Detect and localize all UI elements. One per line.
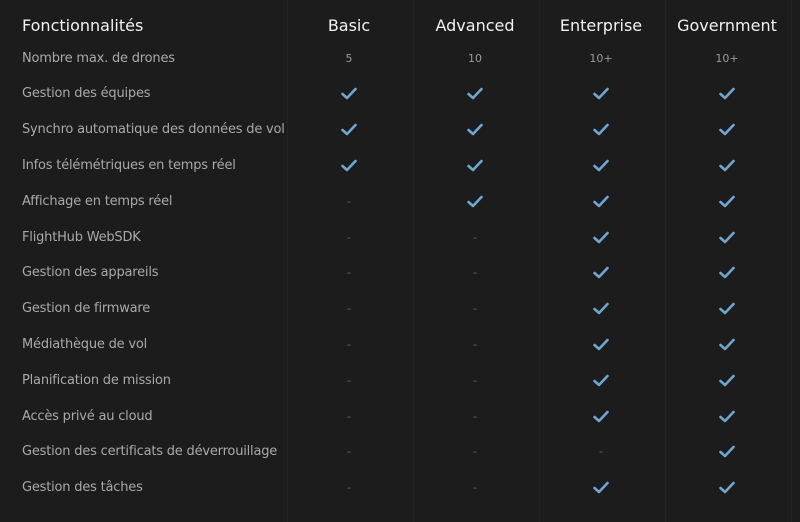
- table-row: Affichage en temps réel -: [0, 189, 800, 213]
- feature-comparison-table: Fonctionnalités Basic Advanced Enterpris…: [0, 0, 800, 522]
- feature-label: Médiathèque de vol: [22, 336, 148, 352]
- plan-header-advanced: Advanced: [435, 15, 515, 35]
- check-icon: [289, 123, 409, 136]
- check-icon: [667, 374, 787, 387]
- feature-label: Accès privé au cloud: [22, 408, 153, 424]
- feature-label: Gestion des tâches: [22, 480, 143, 496]
- table-header-row: Fonctionnalités Basic Advanced Enterpris…: [0, 8, 800, 42]
- not-included-dash: -: [347, 373, 351, 387]
- feature-label: Gestion de firmware: [22, 301, 151, 317]
- check-icon: [667, 159, 787, 172]
- feature-label: Synchro automatique des données de vol: [22, 122, 285, 138]
- feature-label: Infos télémétriques en temps réel: [22, 157, 236, 173]
- check-icon: [541, 338, 661, 351]
- value-basic: 5: [345, 51, 353, 65]
- check-icon: [667, 302, 787, 315]
- not-included-dash: -: [347, 194, 351, 208]
- check-icon: [667, 231, 787, 244]
- value-advanced: 10: [468, 51, 482, 65]
- features-column-header: Fonctionnalités: [22, 15, 144, 35]
- plan-header-basic: Basic: [327, 15, 371, 35]
- feature-label: Gestion des certificats de déverrouillag…: [22, 444, 278, 460]
- table-row: FlightHub WebSDK - -: [0, 225, 800, 249]
- table-row: Médiathèque de vol - -: [0, 332, 800, 356]
- check-icon: [667, 338, 787, 351]
- check-icon: [667, 481, 787, 494]
- check-icon: [667, 195, 787, 208]
- feature-label: Nombre max. de drones: [22, 50, 175, 66]
- table-row: Nombre max. de drones 5 10 10+ 10+: [0, 46, 800, 70]
- not-included-dash: -: [347, 302, 351, 316]
- check-icon: [541, 195, 661, 208]
- check-icon: [667, 445, 787, 458]
- check-icon: [541, 123, 661, 136]
- not-included-dash: -: [473, 481, 477, 495]
- check-icon: [667, 87, 787, 100]
- not-included-dash: -: [473, 230, 477, 244]
- feature-label: Affichage en temps réel: [22, 193, 173, 209]
- feature-label: Planification de mission: [22, 372, 171, 388]
- check-icon: [667, 123, 787, 136]
- not-included-dash: -: [347, 409, 351, 423]
- check-icon: [415, 123, 535, 136]
- value-government: 10+: [715, 51, 739, 65]
- not-included-dash: -: [347, 445, 351, 459]
- check-icon: [415, 195, 535, 208]
- check-icon: [541, 159, 661, 172]
- not-included-dash: -: [347, 337, 351, 351]
- not-included-dash: -: [473, 337, 477, 351]
- table-row: Gestion des tâches - -: [0, 476, 800, 500]
- check-icon: [289, 87, 409, 100]
- value-enterprise: 10+: [589, 51, 613, 65]
- feature-label: FlightHub WebSDK: [22, 229, 141, 245]
- check-icon: [541, 481, 661, 494]
- table-row: Accès privé au cloud - -: [0, 404, 800, 428]
- check-icon: [415, 159, 535, 172]
- check-icon: [541, 302, 661, 315]
- not-included-dash: -: [473, 445, 477, 459]
- not-included-dash: -: [347, 266, 351, 280]
- not-included-dash: -: [473, 373, 477, 387]
- feature-label: Gestion des appareils: [22, 265, 159, 281]
- table-row: Gestion de firmware - -: [0, 297, 800, 321]
- check-icon: [667, 410, 787, 423]
- check-icon: [415, 87, 535, 100]
- not-included-dash: -: [473, 409, 477, 423]
- check-icon: [541, 410, 661, 423]
- check-icon: [289, 159, 409, 172]
- not-included-dash: -: [599, 445, 603, 459]
- not-included-dash: -: [473, 302, 477, 316]
- table-row: Gestion des équipes: [0, 82, 800, 106]
- table-row: Gestion des appareils - -: [0, 261, 800, 285]
- not-included-dash: -: [347, 481, 351, 495]
- plan-header-enterprise: Enterprise: [559, 15, 643, 35]
- not-included-dash: -: [347, 230, 351, 244]
- table-row: Synchro automatique des données de vol: [0, 118, 800, 142]
- check-icon: [541, 266, 661, 279]
- table-row: Planification de mission - -: [0, 368, 800, 392]
- table-row: Gestion des certificats de déverrouillag…: [0, 440, 800, 464]
- feature-label: Gestion des équipes: [22, 86, 151, 102]
- not-included-dash: -: [473, 266, 477, 280]
- check-icon: [541, 87, 661, 100]
- table-row: Infos télémétriques en temps réel: [0, 153, 800, 177]
- check-icon: [541, 374, 661, 387]
- plan-header-government: Government: [677, 15, 777, 35]
- check-icon: [541, 231, 661, 244]
- check-icon: [667, 266, 787, 279]
